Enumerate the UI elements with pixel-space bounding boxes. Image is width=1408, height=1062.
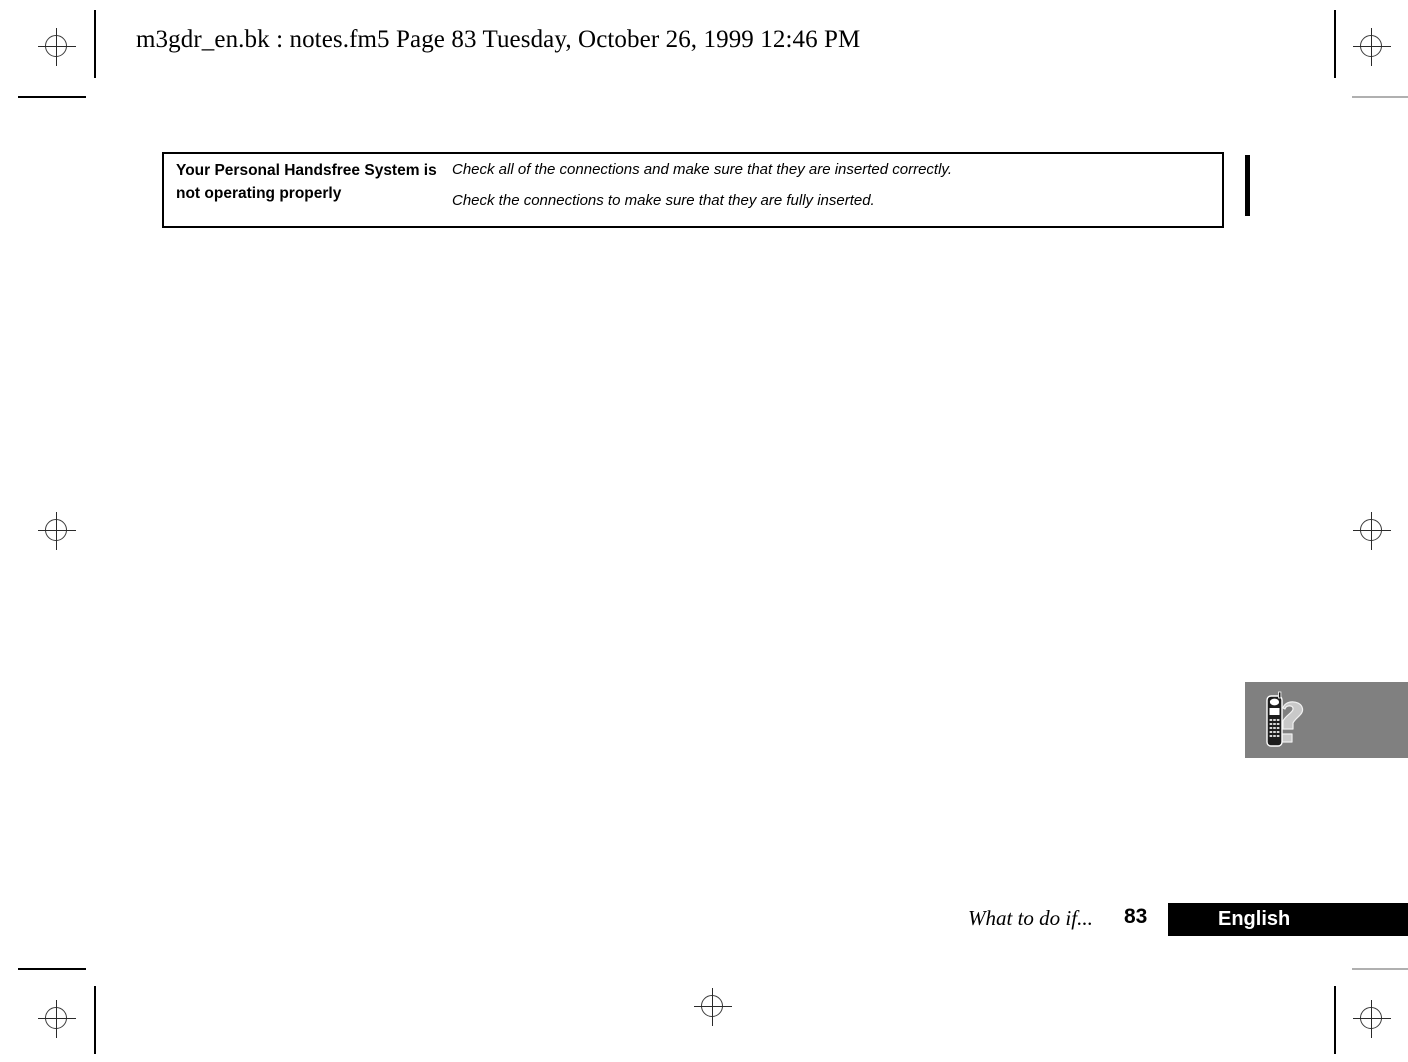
registration-mark-right-center [1353,512,1391,550]
crop-mark-bottom-left-vertical [94,986,96,1054]
footer-language-bar: English [1168,903,1408,936]
chapter-icon-block [1245,682,1408,758]
document-page: m3gdr_en.bk : notes.fm5 Page 83 Tuesday,… [0,0,1408,1062]
registration-mark-top-right [1353,28,1391,66]
crop-mark-top-left-horizontal [18,96,86,98]
crop-mark-bottom-right-horizontal [1352,968,1408,970]
table-cell-actions: Check all of the connections and make su… [452,160,1222,212]
registration-mark-bottom-center [694,988,732,1026]
table-row: Your Personal Handsfree System is not op… [164,154,1222,226]
registration-mark-top-left [38,28,76,66]
action-line: Check all of the connections and make su… [452,161,952,178]
action-line: Check the connections to make sure that … [452,192,875,210]
cordless-phone-question-icon [1266,691,1304,747]
footer-page-number: 83 [1124,905,1148,928]
revision-change-bar [1245,155,1250,216]
document-header-text: m3gdr_en.bk : notes.fm5 Page 83 Tuesday,… [136,26,861,53]
registration-mark-left-center [38,512,76,550]
registration-mark-bottom-right [1353,1000,1391,1038]
crop-mark-bottom-left-horizontal [18,968,86,970]
crop-mark-top-right-vertical [1334,10,1336,78]
crop-mark-bottom-right-vertical [1334,986,1336,1054]
footer-language-label: English [1218,908,1291,930]
table-cell-symptom: Your Personal Handsfree System is not op… [176,162,437,202]
crop-mark-top-right-horizontal [1352,96,1408,98]
footer-chapter-title: What to do if... [968,906,1093,930]
troubleshooting-table: Your Personal Handsfree System is not op… [162,152,1224,228]
crop-mark-top-left-vertical [94,10,96,78]
registration-mark-bottom-left [38,1000,76,1038]
